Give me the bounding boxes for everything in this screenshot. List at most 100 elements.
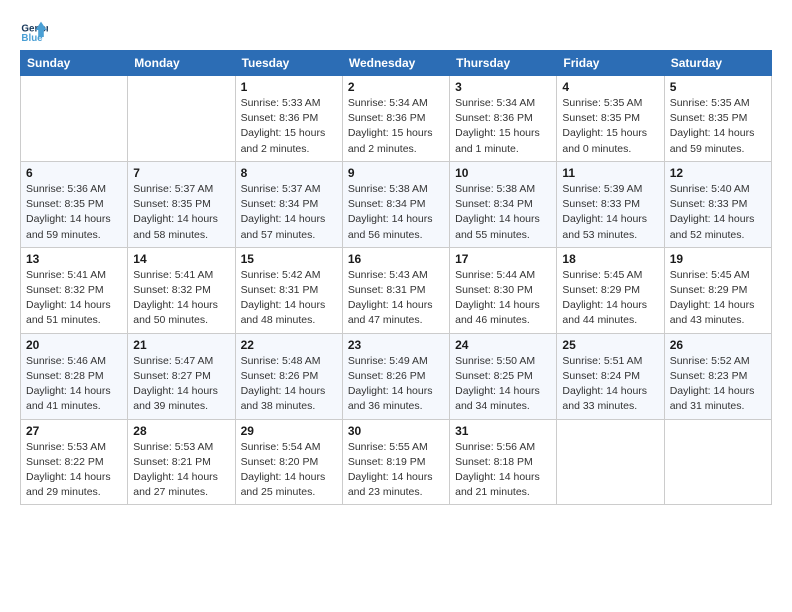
calendar-cell: 1 Sunrise: 5:33 AM Sunset: 8:36 PM Daylig…: [235, 76, 342, 162]
day-info: Sunrise: 5:56 AM Sunset: 8:18 PM Dayligh…: [455, 440, 551, 501]
logo-icon: General Blue: [20, 16, 48, 44]
day-number: 7: [133, 166, 229, 180]
day-number: 6: [26, 166, 122, 180]
day-info: Sunrise: 5:49 AM Sunset: 8:26 PM Dayligh…: [348, 354, 444, 415]
calendar-cell: 10Sunrise: 5:38 AM Sunset: 8:34 PM Dayli…: [450, 161, 557, 247]
calendar-cell: 22 Sunrise: 5:48 AM Sunset: 8:26 PM Dayli…: [235, 333, 342, 419]
calendar-cell: 14Sunrise: 5:41 AM Sunset: 8:32 PM Dayli…: [128, 247, 235, 333]
calendar-cell: 2Sunrise: 5:34 AM Sunset: 8:36 PM Daylig…: [342, 76, 449, 162]
day-info: Sunrise: 5:54 AM Sunset: 8:20 PM Dayligh…: [241, 440, 337, 501]
day-info: Sunrise: 5:41 AM Sunset: 8:32 PM Dayligh…: [133, 268, 229, 329]
calendar-cell: 27 Sunrise: 5:53 AM Sunset: 8:22 PM Dayli…: [21, 419, 128, 505]
day-number: 9: [348, 166, 444, 180]
calendar-cell: 6 Sunrise: 5:36 AM Sunset: 8:35 PM Daylig…: [21, 161, 128, 247]
day-info: Sunrise: 5:55 AM Sunset: 8:19 PM Dayligh…: [348, 440, 444, 501]
calendar-cell: 24 Sunrise: 5:50 AM Sunset: 8:25 PM Dayli…: [450, 333, 557, 419]
day-info: Sunrise: 5:53 AM Sunset: 8:22 PM Dayligh…: [26, 440, 122, 501]
day-number: 22: [241, 338, 337, 352]
day-number: 31: [455, 424, 551, 438]
day-info: Sunrise: 5:51 AM Sunset: 8:24 PM Dayligh…: [562, 354, 658, 415]
calendar-cell: 15 Sunrise: 5:42 AM Sunset: 8:31 PM Dayli…: [235, 247, 342, 333]
day-header-monday: Monday: [128, 51, 235, 76]
calendar-cell: 5 Sunrise: 5:35 AM Sunset: 8:35 PM Daylig…: [664, 76, 771, 162]
calendar-cell: 3Sunrise: 5:34 AM Sunset: 8:36 PM Daylig…: [450, 76, 557, 162]
calendar-week-row: 20 Sunrise: 5:46 AM Sunset: 8:28 PM Dayli…: [21, 333, 772, 419]
day-info: Sunrise: 5:43 AM Sunset: 8:31 PM Dayligh…: [348, 268, 444, 329]
day-header-sunday: Sunday: [21, 51, 128, 76]
day-info: Sunrise: 5:37 AM Sunset: 8:34 PM Dayligh…: [241, 182, 337, 243]
calendar-week-row: 1 Sunrise: 5:33 AM Sunset: 8:36 PM Daylig…: [21, 76, 772, 162]
day-info: Sunrise: 5:36 AM Sunset: 8:35 PM Dayligh…: [26, 182, 122, 243]
day-number: 30: [348, 424, 444, 438]
calendar-cell: 26 Sunrise: 5:52 AM Sunset: 8:23 PM Dayli…: [664, 333, 771, 419]
calendar-cell: 11 Sunrise: 5:39 AM Sunset: 8:33 PM Dayli…: [557, 161, 664, 247]
day-info: Sunrise: 5:37 AM Sunset: 8:35 PM Dayligh…: [133, 182, 229, 243]
calendar-cell: 31 Sunrise: 5:56 AM Sunset: 8:18 PM Dayli…: [450, 419, 557, 505]
calendar-cell: 29Sunrise: 5:54 AM Sunset: 8:20 PM Dayli…: [235, 419, 342, 505]
calendar-cell: 12 Sunrise: 5:40 AM Sunset: 8:33 PM Dayli…: [664, 161, 771, 247]
calendar-cell: 8 Sunrise: 5:37 AM Sunset: 8:34 PM Daylig…: [235, 161, 342, 247]
day-info: Sunrise: 5:45 AM Sunset: 8:29 PM Dayligh…: [562, 268, 658, 329]
day-info: Sunrise: 5:33 AM Sunset: 8:36 PM Dayligh…: [241, 96, 337, 157]
day-number: 25: [562, 338, 658, 352]
day-number: 16: [348, 252, 444, 266]
day-info: Sunrise: 5:48 AM Sunset: 8:26 PM Dayligh…: [241, 354, 337, 415]
day-number: 24: [455, 338, 551, 352]
day-info: Sunrise: 5:46 AM Sunset: 8:28 PM Dayligh…: [26, 354, 122, 415]
day-header-thursday: Thursday: [450, 51, 557, 76]
day-info: Sunrise: 5:42 AM Sunset: 8:31 PM Dayligh…: [241, 268, 337, 329]
day-number: 12: [670, 166, 766, 180]
calendar: SundayMondayTuesdayWednesdayThursdayFrid…: [20, 50, 772, 505]
day-number: 17: [455, 252, 551, 266]
calendar-cell: 19 Sunrise: 5:45 AM Sunset: 8:29 PM Dayli…: [664, 247, 771, 333]
day-info: Sunrise: 5:35 AM Sunset: 8:35 PM Dayligh…: [562, 96, 658, 157]
day-number: 20: [26, 338, 122, 352]
calendar-cell: 17Sunrise: 5:44 AM Sunset: 8:30 PM Dayli…: [450, 247, 557, 333]
calendar-cell: 20 Sunrise: 5:46 AM Sunset: 8:28 PM Dayli…: [21, 333, 128, 419]
day-number: 19: [670, 252, 766, 266]
calendar-cell: 25 Sunrise: 5:51 AM Sunset: 8:24 PM Dayli…: [557, 333, 664, 419]
day-number: 27: [26, 424, 122, 438]
day-header-saturday: Saturday: [664, 51, 771, 76]
calendar-week-row: 6 Sunrise: 5:36 AM Sunset: 8:35 PM Daylig…: [21, 161, 772, 247]
day-number: 11: [562, 166, 658, 180]
day-number: 3: [455, 80, 551, 94]
calendar-week-row: 27 Sunrise: 5:53 AM Sunset: 8:22 PM Dayli…: [21, 419, 772, 505]
day-number: 21: [133, 338, 229, 352]
day-info: Sunrise: 5:52 AM Sunset: 8:23 PM Dayligh…: [670, 354, 766, 415]
logo: General Blue: [20, 16, 52, 44]
day-number: 2: [348, 80, 444, 94]
day-info: Sunrise: 5:40 AM Sunset: 8:33 PM Dayligh…: [670, 182, 766, 243]
day-number: 8: [241, 166, 337, 180]
day-info: Sunrise: 5:50 AM Sunset: 8:25 PM Dayligh…: [455, 354, 551, 415]
day-info: Sunrise: 5:53 AM Sunset: 8:21 PM Dayligh…: [133, 440, 229, 501]
day-header-friday: Friday: [557, 51, 664, 76]
calendar-cell: [664, 419, 771, 505]
header: General Blue: [20, 16, 772, 44]
calendar-cell: 13 Sunrise: 5:41 AM Sunset: 8:32 PM Dayli…: [21, 247, 128, 333]
day-number: 23: [348, 338, 444, 352]
calendar-cell: 18 Sunrise: 5:45 AM Sunset: 8:29 PM Dayli…: [557, 247, 664, 333]
calendar-header-row: SundayMondayTuesdayWednesdayThursdayFrid…: [21, 51, 772, 76]
day-info: Sunrise: 5:41 AM Sunset: 8:32 PM Dayligh…: [26, 268, 122, 329]
day-number: 26: [670, 338, 766, 352]
calendar-cell: [21, 76, 128, 162]
day-number: 15: [241, 252, 337, 266]
day-number: 13: [26, 252, 122, 266]
day-info: Sunrise: 5:38 AM Sunset: 8:34 PM Dayligh…: [348, 182, 444, 243]
day-number: 18: [562, 252, 658, 266]
calendar-cell: 30 Sunrise: 5:55 AM Sunset: 8:19 PM Dayli…: [342, 419, 449, 505]
calendar-cell: 23 Sunrise: 5:49 AM Sunset: 8:26 PM Dayli…: [342, 333, 449, 419]
day-number: 5: [670, 80, 766, 94]
day-header-wednesday: Wednesday: [342, 51, 449, 76]
day-info: Sunrise: 5:35 AM Sunset: 8:35 PM Dayligh…: [670, 96, 766, 157]
calendar-week-row: 13 Sunrise: 5:41 AM Sunset: 8:32 PM Dayli…: [21, 247, 772, 333]
calendar-cell: 16 Sunrise: 5:43 AM Sunset: 8:31 PM Dayli…: [342, 247, 449, 333]
day-info: Sunrise: 5:39 AM Sunset: 8:33 PM Dayligh…: [562, 182, 658, 243]
day-number: 1: [241, 80, 337, 94]
calendar-cell: [557, 419, 664, 505]
day-number: 28: [133, 424, 229, 438]
day-header-tuesday: Tuesday: [235, 51, 342, 76]
day-info: Sunrise: 5:45 AM Sunset: 8:29 PM Dayligh…: [670, 268, 766, 329]
day-number: 4: [562, 80, 658, 94]
